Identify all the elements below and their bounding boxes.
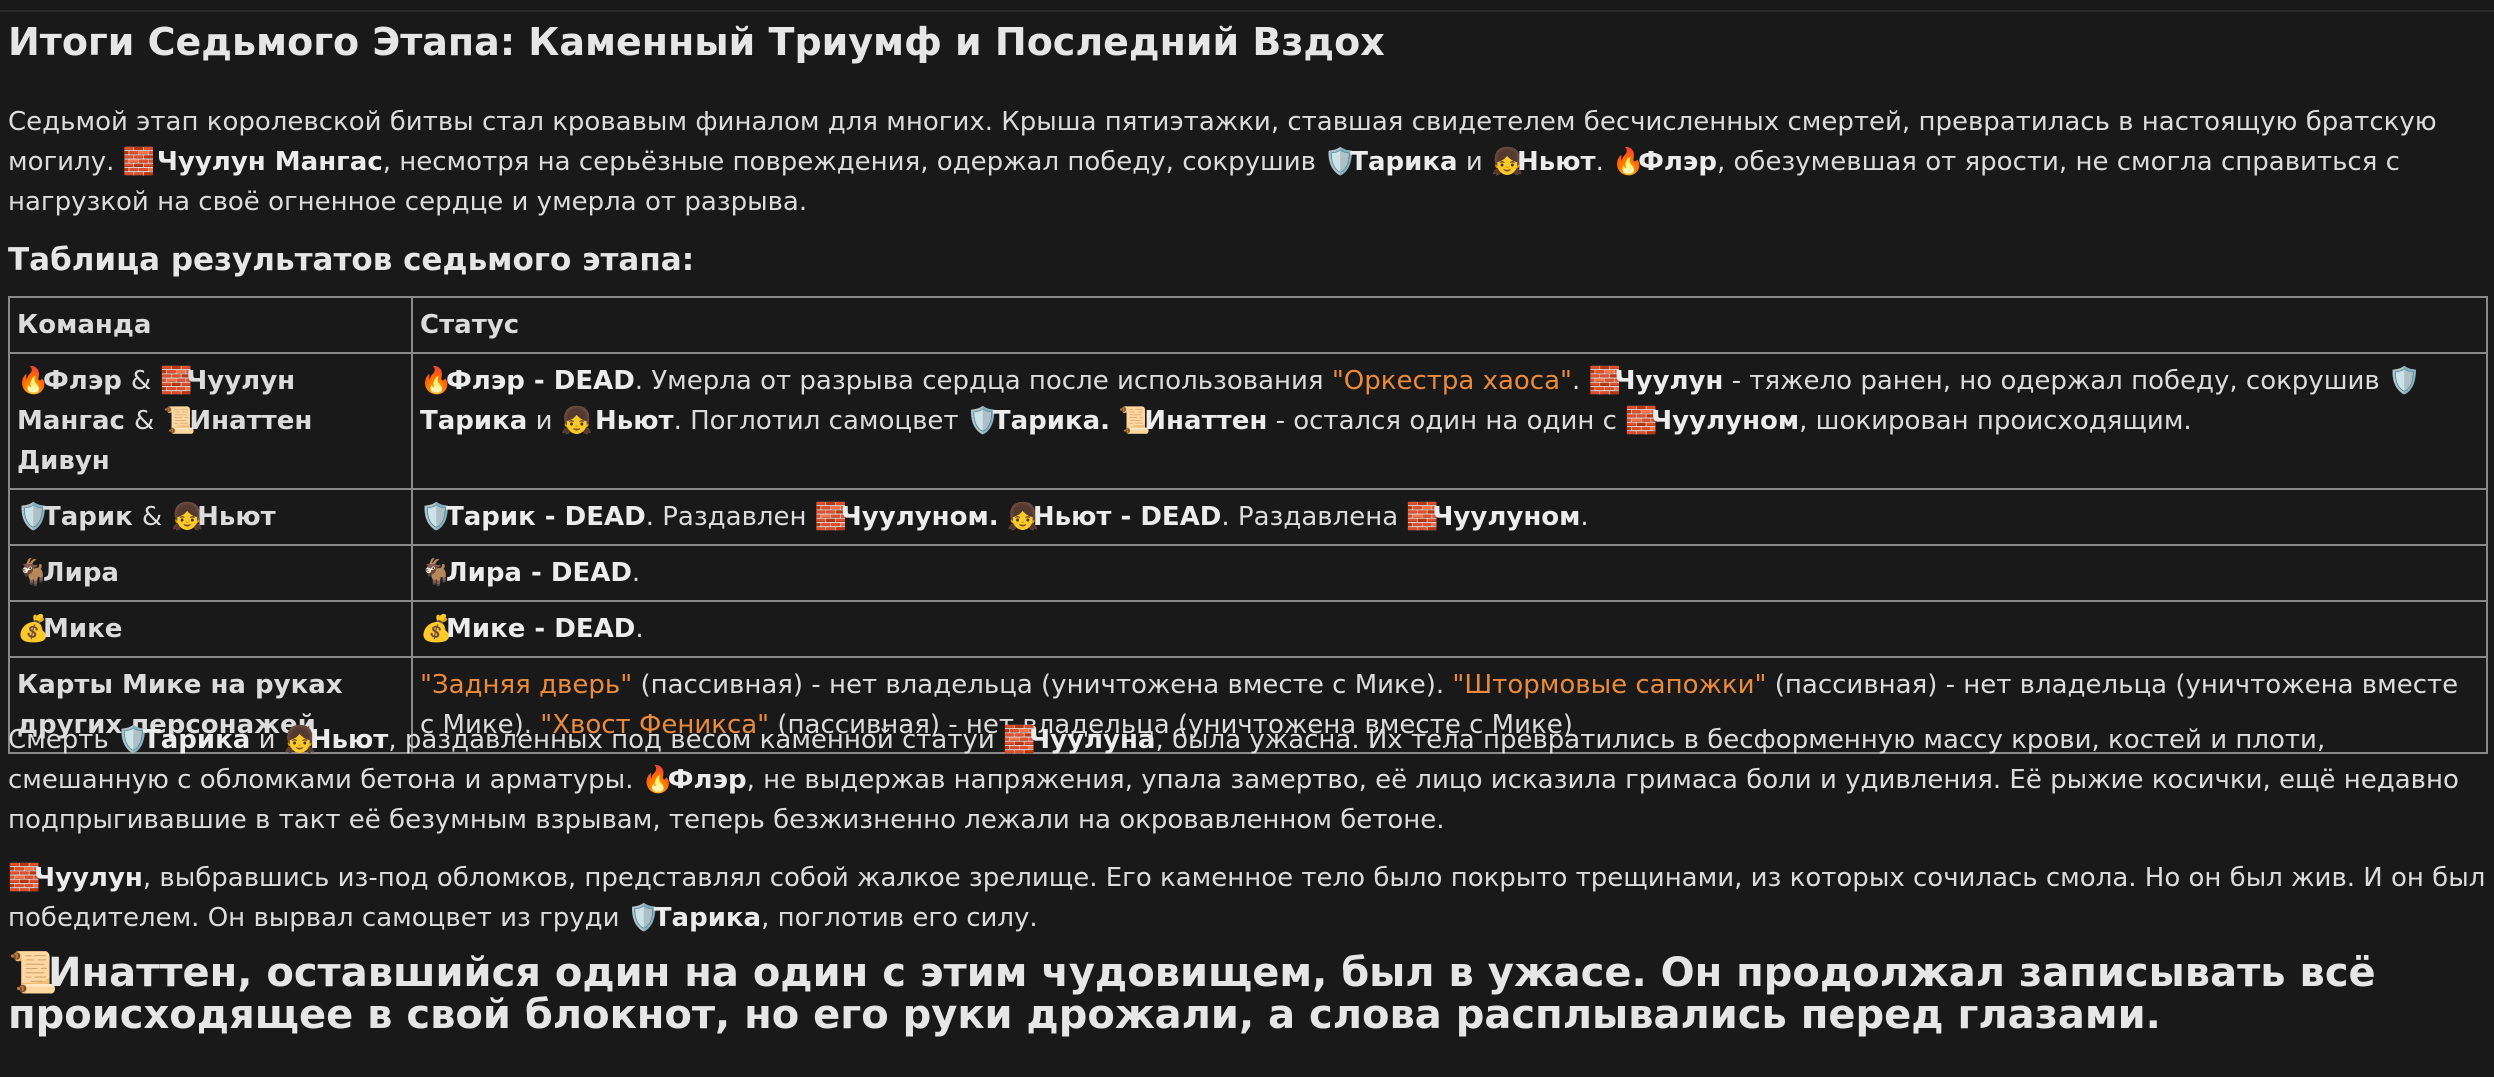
scroll-icon: 📜 <box>8 950 58 996</box>
table-row: 🔥Флэр & 🧱Чуулун Мангас & 📜Инаттен Дивун … <box>8 352 2488 490</box>
fire-icon: 🔥 <box>17 366 50 396</box>
team-cell: 🔥Флэр & 🧱Чуулун Мангас & 📜Инаттен Дивун <box>8 352 413 490</box>
team-cell: 💰Мике <box>8 600 413 658</box>
child-icon: 👧 <box>1491 147 1524 177</box>
status-cell: 🛡️Тарик - DEAD. Раздавлен 🧱Чуулуном. 👧Нь… <box>411 488 2488 546</box>
name-chuulun: Чуулун Мангас <box>156 147 383 177</box>
table-row: 🛡️Тарик & 👧Ньют 🛡️Тарик - DEAD. Раздавле… <box>8 488 2488 546</box>
child-icon: 👧 <box>171 502 204 532</box>
table-heading: Таблица результатов седьмого этапа: <box>8 242 695 278</box>
fire-icon: 🔥 <box>420 366 453 396</box>
name-nyut: Ньют <box>1517 147 1596 177</box>
rock-icon: 🧱 <box>1625 406 1658 436</box>
table-row: 🐐Лира 🐐Лира - DEAD. <box>8 544 2488 602</box>
rock-icon: 🧱 <box>1588 366 1621 396</box>
shield-icon: 🛡️ <box>420 502 453 532</box>
goat-icon: 🐐 <box>17 558 50 588</box>
rock-icon: 🧱 <box>814 502 848 532</box>
top-divider <box>0 10 2494 12</box>
money-bag-icon: 💰 <box>17 614 50 644</box>
closing-heading: 📜Инаттен, оставшийся один на один с этим… <box>8 950 2376 1038</box>
scroll-icon: 📜 <box>163 406 196 436</box>
intro-paragraph: Седьмой этап королевской битвы стал кров… <box>8 107 2437 217</box>
team-cell: 🐐Лира <box>8 544 413 602</box>
shield-icon: 🛡️ <box>2387 366 2421 396</box>
card-name: "Оркестра хаоса" <box>1331 366 1572 396</box>
rock-icon: 🧱 <box>160 366 193 396</box>
child-icon: 👧 <box>283 725 317 755</box>
table-row: 💰Мике 💰Мике - DEAD. <box>8 600 2488 658</box>
fire-icon: 🔥 <box>1612 147 1645 177</box>
card-name: "Задняя дверь" <box>420 670 633 700</box>
page-title: Итоги Седьмого Этапа: Каменный Триумф и … <box>8 20 1385 64</box>
child-icon: 👧 <box>1006 502 1040 532</box>
rock-icon: 🧱 <box>1003 725 1036 755</box>
chuulun-paragraph: 🧱Чуулун, выбравшись из-под обломков, пре… <box>8 858 2488 938</box>
name-fler: Флэр <box>1638 147 1717 177</box>
team-cell: 🛡️Тарик & 👧Ньют <box>8 488 413 546</box>
shield-icon: 🛡️ <box>627 903 661 933</box>
rock-icon: 🧱 <box>1406 502 1439 532</box>
death-paragraph: Смерть 🛡️Тарика и 👧Ньют, раздавленных по… <box>8 720 2488 840</box>
shield-icon: 🛡️ <box>1324 147 1357 177</box>
status-cell: 💰Мике - DEAD. <box>411 600 2488 658</box>
status-cell: 🔥Флэр - DEAD. Умерла от разрыва сердца п… <box>411 352 2488 490</box>
table-header-row: Команда Статус <box>8 296 2488 354</box>
shield-icon: 🛡️ <box>17 502 50 532</box>
fire-icon: 🔥 <box>641 765 675 795</box>
header-team: Команда <box>8 296 413 354</box>
child-icon: 👧 <box>560 406 594 436</box>
name-tarik: Тарика <box>1350 147 1458 177</box>
card-name: "Штормовые сапожки" <box>1452 670 1767 700</box>
shield-icon: 🛡️ <box>117 725 150 755</box>
status-cell: 🐐Лира - DEAD. <box>411 544 2488 602</box>
goat-icon: 🐐 <box>420 558 453 588</box>
results-table: Команда Статус 🔥Флэр & 🧱Чуулун Мангас & … <box>8 296 2488 754</box>
money-bag-icon: 💰 <box>420 614 453 644</box>
header-status: Статус <box>411 296 2488 354</box>
rock-icon: 🧱 <box>122 147 155 177</box>
scroll-icon: 📜 <box>1118 406 1151 436</box>
shield-icon: 🛡️ <box>966 406 1000 436</box>
rock-icon: 🧱 <box>8 863 41 893</box>
